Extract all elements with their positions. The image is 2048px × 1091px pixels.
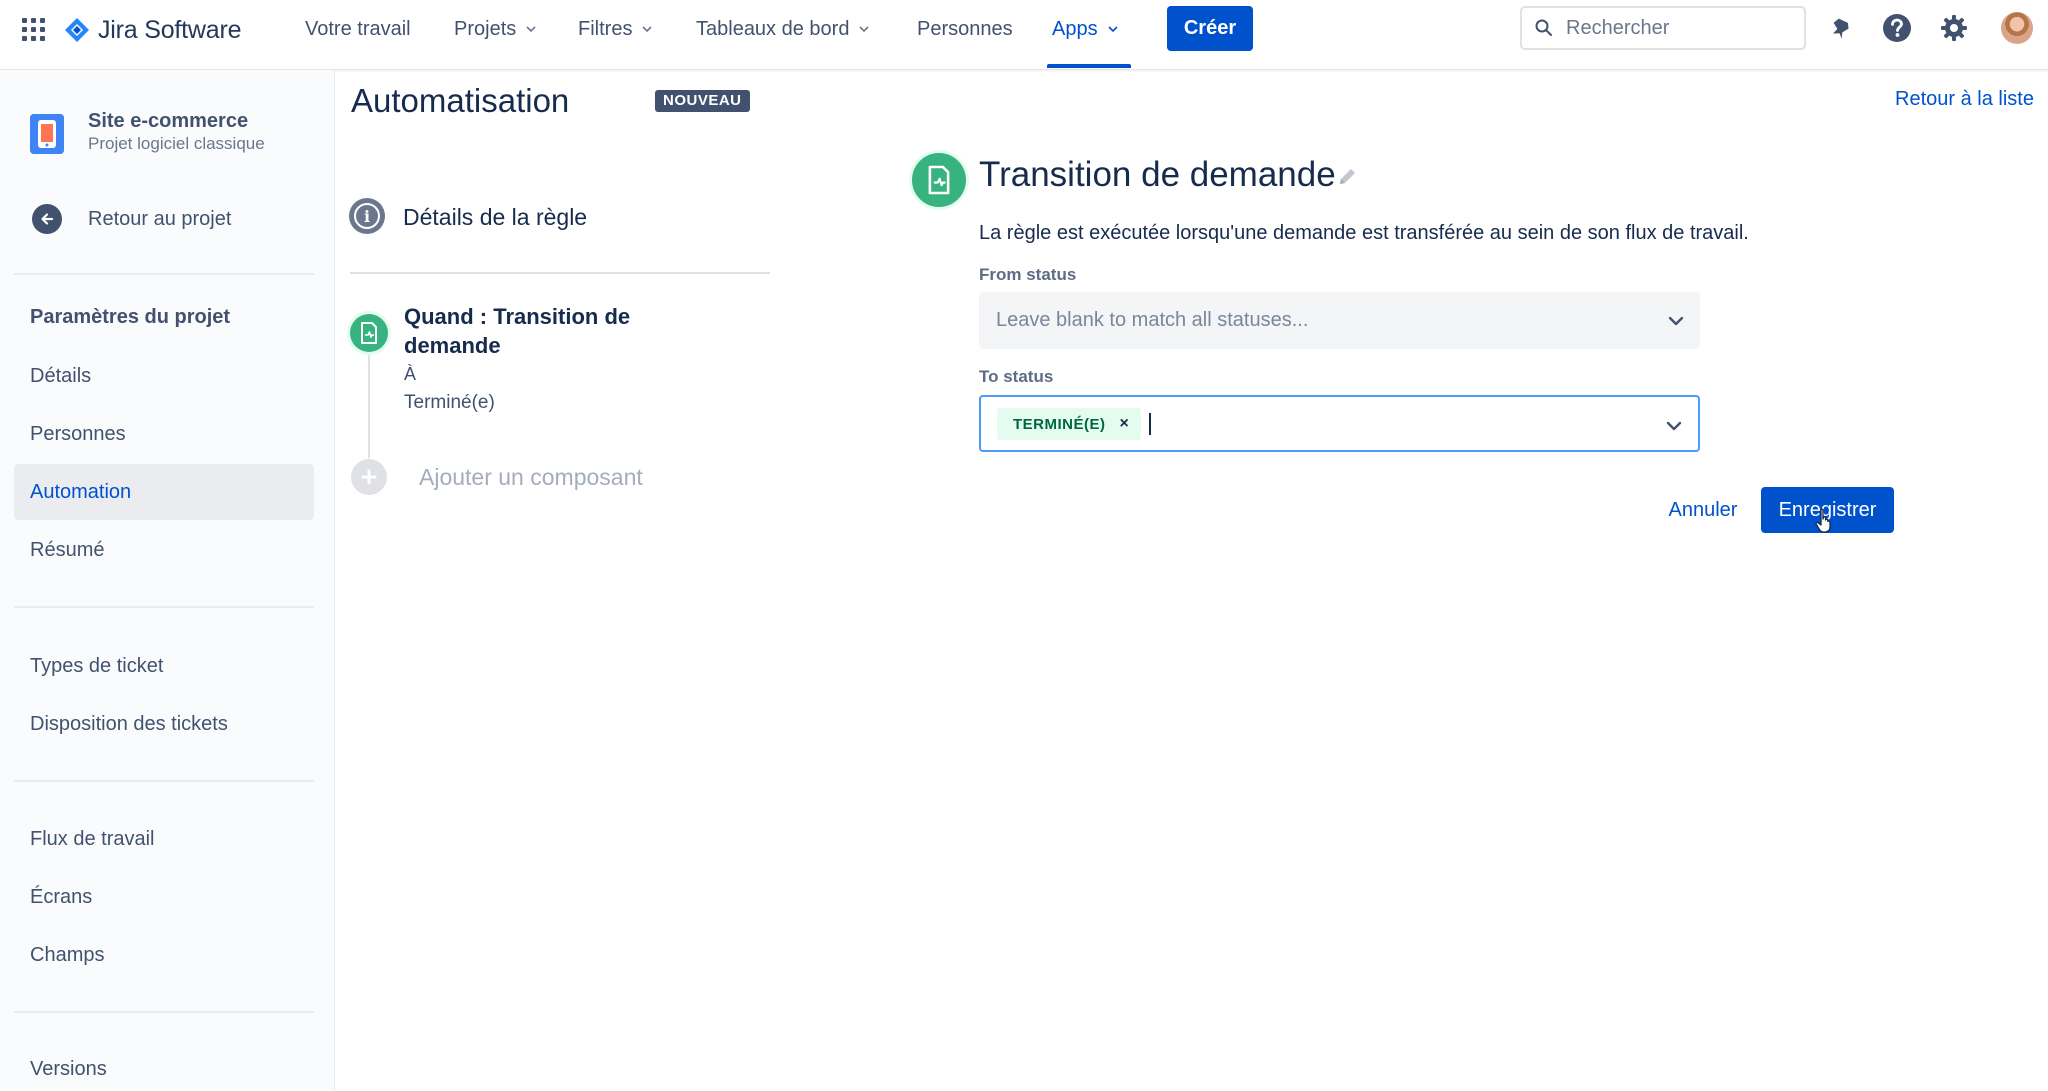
create-button[interactable]: Créer — [1167, 6, 1253, 51]
sidebar-divider — [14, 1011, 314, 1013]
from-status-placeholder: Leave blank to match all statuses... — [996, 309, 1309, 331]
sidebar-item-resume[interactable]: Résumé — [14, 522, 314, 578]
sidebar-divider — [14, 606, 314, 608]
from-status-label: From status — [979, 265, 1077, 284]
sidebar-divider — [14, 273, 314, 275]
sidebar-item-flux-de-travail[interactable]: Flux de travail — [14, 811, 314, 867]
notifications-icon[interactable] — [1824, 12, 1856, 44]
text-caret — [1149, 413, 1151, 435]
component-title: Transition de demande — [979, 155, 1336, 194]
jira-diamond-icon — [65, 18, 89, 42]
add-component-link[interactable]: Ajouter un composant — [419, 464, 643, 491]
nav-label: Personnes — [917, 17, 1013, 40]
to-status-select[interactable]: TERMINÉ(E) × — [979, 395, 1700, 452]
new-badge: NOUVEAU — [655, 90, 750, 112]
nav-label: Votre travail — [305, 17, 411, 40]
back-to-project-link[interactable]: Retour au projet — [14, 196, 314, 242]
sidebar-item-personnes[interactable]: Personnes — [14, 406, 314, 462]
edit-pencil-icon[interactable] — [1336, 166, 1358, 188]
arrow-left-icon — [32, 204, 62, 234]
sidebar-item-disposition-des-tickets[interactable]: Disposition des tickets — [14, 696, 314, 752]
sidebar-item-champs[interactable]: Champs — [14, 927, 314, 983]
chevron-down-icon — [1668, 316, 1684, 326]
app-switcher-icon[interactable] — [20, 16, 48, 44]
sidebar-item-automation[interactable]: Automation — [14, 464, 314, 520]
trigger-to-value: Terminé(e) — [404, 392, 495, 413]
project-type: Projet logiciel classique — [88, 134, 265, 153]
nav-apps[interactable]: Apps — [1052, 17, 1118, 41]
trigger-transition-icon[interactable] — [350, 314, 388, 352]
search-input[interactable] — [1566, 16, 1796, 40]
sidebar-item-details[interactable]: Détails — [14, 348, 314, 404]
nav-label: Apps — [1052, 17, 1098, 40]
top-navigation: Jira Software Votre travail Projets Filt… — [0, 0, 2048, 70]
nav-filtres[interactable]: Filtres — [578, 17, 653, 41]
steps-divider — [350, 272, 770, 274]
nav-tableaux-de-bord[interactable]: Tableaux de bord — [696, 17, 870, 41]
page-title: Automatisation — [351, 82, 570, 119]
chevron-down-icon — [859, 26, 870, 33]
chevron-down-icon — [1108, 26, 1118, 33]
project-sidebar: Site e-commerce Projet logiciel classiqu… — [0, 70, 335, 1091]
status-tag: TERMINÉ(E) × — [997, 408, 1141, 440]
chevron-down-icon — [1666, 421, 1682, 431]
trigger-title[interactable]: Quand : Transition de demande — [404, 302, 704, 360]
info-icon[interactable]: i — [349, 198, 385, 234]
cancel-button[interactable]: Annuler — [1656, 487, 1750, 533]
active-nav-indicator — [1047, 64, 1131, 68]
remove-tag-icon[interactable]: × — [1120, 415, 1129, 433]
sidebar-item-types-de-ticket[interactable]: Types de ticket — [14, 638, 314, 694]
rule-details-link[interactable]: Détails de la règle — [403, 204, 587, 231]
nav-projets[interactable]: Projets — [454, 17, 536, 41]
user-avatar[interactable] — [2001, 12, 2033, 44]
sidebar-divider — [14, 780, 314, 782]
trigger-to-label: À — [404, 364, 417, 384]
from-status-select[interactable]: Leave blank to match all statuses... — [979, 292, 1700, 349]
nav-label: Tableaux de bord — [696, 17, 850, 40]
help-icon[interactable] — [1881, 12, 1913, 44]
search-icon — [1535, 19, 1552, 36]
to-status-label: To status — [979, 367, 1054, 386]
nav-label: Filtres — [578, 17, 633, 40]
search-box[interactable] — [1520, 6, 1806, 50]
add-component-icon[interactable] — [351, 459, 387, 495]
sidebar-item-ecrans[interactable]: Écrans — [14, 869, 314, 925]
nav-personnes[interactable]: Personnes — [917, 17, 1013, 41]
nav-votre-travail[interactable]: Votre travail — [305, 17, 411, 41]
project-avatar-icon — [30, 114, 64, 154]
status-tag-label: TERMINÉ(E) — [1013, 415, 1106, 433]
settings-gear-icon[interactable] — [1938, 12, 1970, 44]
chevron-down-icon — [526, 26, 536, 33]
steps-connector — [368, 350, 370, 458]
sidebar-item-versions[interactable]: Versions — [14, 1041, 314, 1091]
back-to-project-label: Retour au projet — [88, 207, 232, 230]
logo-text: Jira Software — [98, 15, 242, 44]
component-description: La règle est exécutée lorsqu'une demande… — [979, 222, 1749, 244]
hand-pointer-icon — [1815, 508, 1831, 533]
nav-label: Projets — [454, 17, 517, 40]
project-name: Site e-commerce — [88, 110, 249, 132]
sidebar-section-heading: Paramètres du projet — [30, 306, 231, 328]
back-to-list-link[interactable]: Retour à la liste — [1895, 88, 2034, 111]
jira-logo[interactable]: Jira Software — [64, 14, 241, 46]
transition-icon — [912, 153, 966, 207]
chevron-down-icon — [642, 26, 653, 33]
